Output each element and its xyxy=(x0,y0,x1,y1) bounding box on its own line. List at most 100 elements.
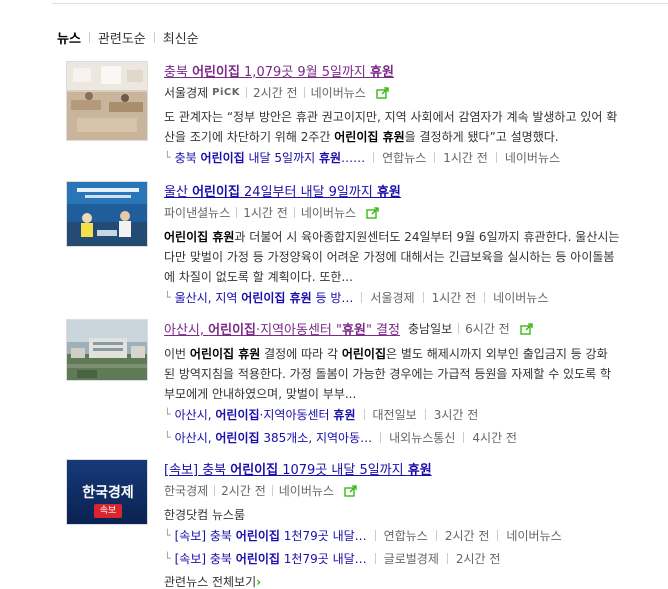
pick-badge: PiCK xyxy=(212,87,241,98)
naver-news-link[interactable]: 네이버뉴스 xyxy=(301,204,356,221)
press-name[interactable]: 글로벌경제 xyxy=(384,550,439,567)
sort-latest[interactable]: 최신순 xyxy=(163,28,199,47)
sort-bar: 뉴스 관련도순 최신순 xyxy=(57,28,199,47)
related-title[interactable]: 충북 어린이집 내달 5일까지 휴원…… xyxy=(175,149,365,166)
news-thumbnail[interactable] xyxy=(66,181,148,247)
meta-divider xyxy=(363,409,365,420)
meta-divider xyxy=(458,323,460,334)
meta-divider xyxy=(422,292,424,303)
press-name[interactable]: 내외뉴스통신 xyxy=(389,429,455,446)
naver-news-link[interactable]: 네이버뉴스 xyxy=(493,289,548,306)
sort-relevance[interactable]: 관련도순 xyxy=(98,28,146,47)
corner-icon: └ xyxy=(164,151,171,164)
news-title[interactable]: [속보] 충북 어린이집 1079곳 내달 5일까지 휴원 xyxy=(164,463,432,478)
meta-divider xyxy=(380,432,382,443)
news-description: 어린이집 휴원과 더불어 시 육아종합지원센터도 24일부터 9월 6일까지 휴… xyxy=(164,230,620,284)
naver-news-link[interactable]: 네이버뉴스 xyxy=(506,527,561,544)
news-time: 4시간 전 xyxy=(472,431,517,445)
press-name[interactable]: 대전일보 xyxy=(373,406,417,423)
related-title[interactable]: [속보] 충북 어린이집 1천79곳 내달… xyxy=(175,527,367,544)
share-icon[interactable] xyxy=(344,484,358,497)
corner-icon: └ xyxy=(164,291,171,304)
news-thumbnail[interactable] xyxy=(66,319,148,381)
news-description: 한경닷컴 뉴스룸 xyxy=(164,508,246,522)
chevron-right-icon: › xyxy=(256,575,262,589)
news-meta: 서울경제 PiCK 2시간 전 네이버뉴스 xyxy=(164,84,668,101)
meta-divider xyxy=(246,87,248,98)
news-time: 2시간 전 xyxy=(444,529,490,543)
news-meta: 한국경제 2시간 전 네이버뉴스 xyxy=(164,482,668,499)
meta-divider xyxy=(497,530,499,541)
share-icon[interactable] xyxy=(376,86,390,99)
news-title[interactable]: 울산 어린이집 24일부터 내달 9일까지 휴원 xyxy=(164,185,401,200)
corner-icon: └ xyxy=(164,529,171,542)
news-time: 6시간 전 xyxy=(465,322,510,336)
thumbnail-image xyxy=(67,320,147,380)
meta-divider xyxy=(495,152,497,163)
meta-divider xyxy=(434,152,436,163)
press-name[interactable]: 연합뉴스 xyxy=(384,527,428,544)
thumbnail-image xyxy=(67,182,147,246)
thumbnail-image xyxy=(67,62,147,140)
press-name[interactable]: 파이낸셜뉴스 xyxy=(164,204,230,221)
related-news: └ [속보] 충북 어린이집 1천79곳 내달… 연합뉴스 2시간 전 네이버뉴… xyxy=(164,527,668,544)
meta-divider xyxy=(236,207,238,218)
news-thumbnail[interactable]: 한국경제 속보 xyxy=(66,459,148,525)
naver-news-link[interactable]: 네이버뉴스 xyxy=(279,482,334,499)
press-name[interactable]: 충남일보 xyxy=(408,320,452,337)
news-time: 1시간 전 xyxy=(243,206,288,220)
news-description: 도 관계자는 “정부 방안은 휴관 권고이지만, 지역 사회에서 감염자가 계속… xyxy=(164,110,618,144)
meta-divider xyxy=(361,292,363,303)
sort-divider xyxy=(153,32,155,43)
news-time: 1시간 전 xyxy=(443,151,488,165)
related-title[interactable]: 아산시, 어린이집·지역아동센터 휴원 xyxy=(175,406,356,423)
news-time: 2시간 전 xyxy=(455,552,501,566)
sort-news[interactable]: 뉴스 xyxy=(57,28,81,47)
more-label: 관련뉴스 전체보기 xyxy=(164,575,257,589)
related-title[interactable]: [속보] 충북 어린이집 1천79곳 내달… xyxy=(175,550,367,567)
meta-divider xyxy=(303,87,305,98)
share-icon[interactable] xyxy=(520,322,534,335)
corner-icon: └ xyxy=(164,408,171,421)
news-title[interactable]: 아산시, 어린이집·지역아동센터 "휴원" 결정 xyxy=(164,319,400,338)
news-title[interactable]: 충북 어린이집 1,079곳 9월 5일까지 휴원 xyxy=(164,65,394,80)
corner-icon: └ xyxy=(164,431,171,444)
share-icon[interactable] xyxy=(366,206,380,219)
related-news: └ 아산시, 어린이집·지역아동센터 휴원 대전일보 3시간 전 xyxy=(164,406,668,423)
naver-news-link[interactable]: 네이버뉴스 xyxy=(311,84,366,101)
related-news-all-link[interactable]: 관련뉴스 전체보기› xyxy=(164,573,668,589)
meta-divider xyxy=(463,432,465,443)
meta-divider xyxy=(373,152,375,163)
related-news: └ 충북 어린이집 내달 5일까지 휴원…… 연합뉴스 1시간 전 네이버뉴스 xyxy=(164,149,668,166)
news-thumbnail[interactable] xyxy=(66,61,148,141)
news-description: 이번 어린이집 휴원 결정에 따라 각 어린이집은 별도 해제시까지 외부인 출… xyxy=(164,347,612,401)
related-news: └ 아산시, 어린이집 385개소, 지역아동… 내외뉴스통신 4시간 전 xyxy=(164,429,668,446)
meta-divider xyxy=(374,553,376,564)
meta-divider xyxy=(435,530,437,541)
related-title[interactable]: 울산시, 지역 어린이집 휴원 등 방… xyxy=(175,289,354,306)
press-name[interactable]: 한국경제 xyxy=(164,482,208,499)
naver-news-link[interactable]: 네이버뉴스 xyxy=(505,149,560,166)
press-name[interactable]: 연합뉴스 xyxy=(382,149,426,166)
related-news: └ [속보] 충북 어린이집 1천79곳 내달… 글로벌경제 2시간 전 xyxy=(164,550,668,567)
news-time: 1시간 전 xyxy=(431,291,477,305)
related-news: └ 울산시, 지역 어린이집 휴원 등 방… 서울경제 1시간 전 네이버뉴스 xyxy=(164,289,668,306)
top-divider xyxy=(52,3,668,4)
meta-divider xyxy=(214,485,216,496)
news-time: 2시간 전 xyxy=(221,484,266,498)
meta-divider xyxy=(424,409,426,420)
news-time: 2시간 전 xyxy=(253,86,298,100)
meta-divider xyxy=(446,553,448,564)
press-name[interactable]: 서울경제 xyxy=(164,84,208,101)
press-name[interactable]: 서울경제 xyxy=(370,289,414,306)
meta-divider xyxy=(293,207,295,218)
corner-icon: └ xyxy=(164,552,171,565)
sort-divider xyxy=(88,32,90,43)
meta-divider xyxy=(374,530,376,541)
breaking-badge: 속보 xyxy=(94,504,122,518)
news-title-row: 아산시, 어린이집·지역아동센터 "휴원" 결정 충남일보 6시간 전 xyxy=(164,319,668,338)
thumbnail-brand: 한국경제 xyxy=(82,485,134,501)
meta-divider xyxy=(271,485,273,496)
news-meta: 파이낸셜뉴스 1시간 전 네이버뉴스 xyxy=(164,204,668,221)
related-title[interactable]: 아산시, 어린이집 385개소, 지역아동… xyxy=(175,429,373,446)
